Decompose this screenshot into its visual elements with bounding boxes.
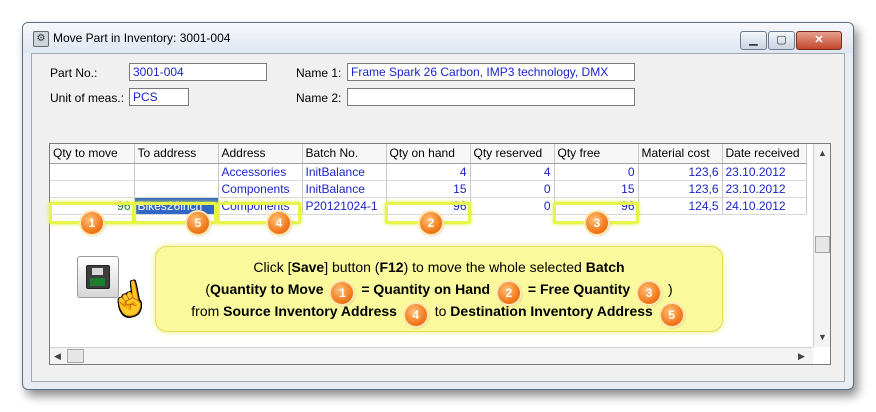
callout-batch-word: Batch <box>585 259 625 275</box>
cell-to-address[interactable] <box>134 180 219 198</box>
cell-qty-reserved: 0 <box>470 180 555 198</box>
col-header-date-received[interactable]: Date received <box>722 144 807 164</box>
cell-date-received: 23.10.2012 <box>722 180 807 198</box>
table-row[interactable]: Accessories InitBalance 4 4 0 123,6 23.1… <box>50 163 807 181</box>
maximize-button[interactable]: ▢ <box>768 31 795 50</box>
unit-of-measure-label: Unit of meas.: <box>50 91 125 105</box>
col-header-qty-reserved[interactable]: Qty reserved <box>470 144 555 164</box>
col-header-qty-on-hand[interactable]: Qty on hand <box>386 144 471 164</box>
cell-qty-free: 0 <box>554 163 639 181</box>
name2-label: Name 2: <box>296 91 342 105</box>
name2-field[interactable] <box>347 88 635 106</box>
cell-qty-reserved: 0 <box>470 197 555 215</box>
table-row[interactable]: Components InitBalance 15 0 15 123,6 23.… <box>50 180 807 198</box>
callout-save-word: Save <box>291 259 325 275</box>
callout-source-address: Source Inventory Address <box>223 303 397 319</box>
cell-qty-reserved: 4 <box>470 163 555 181</box>
badge-4: 4 <box>268 212 290 234</box>
cell-qty-to-move[interactable] <box>50 180 135 198</box>
cell-batch-no: InitBalance <box>302 163 387 181</box>
callout-qty-on-hand: Quantity on Hand <box>373 281 491 297</box>
part-no-label: Part No.: <box>50 66 98 80</box>
callout-destination-address: Destination Inventory Address <box>450 303 653 319</box>
cell-address: Accessories <box>218 163 303 181</box>
hand-pointer-icon: ☝ <box>107 277 153 321</box>
cell-batch-no: P20121024-1 <box>302 197 387 215</box>
vertical-scroll-thumb[interactable] <box>815 236 830 253</box>
badge-2: 2 <box>420 212 442 234</box>
col-header-qty-free[interactable]: Qty free <box>554 144 639 164</box>
callout-free-quantity: Free Quantity <box>539 281 631 297</box>
callout-text: ) to move the whole selected <box>403 259 586 275</box>
badge-3: 3 <box>586 212 608 234</box>
title-bar[interactable]: ⚙ Move Part in Inventory: 3001-004 ▁ ▢ ✕ <box>23 23 853 53</box>
callout-qty-to-move: Quantity to Move <box>210 281 324 297</box>
badge-5: 5 <box>187 212 209 234</box>
scroll-down-icon[interactable]: ▼ <box>818 332 827 342</box>
callout-badge-5: 5 <box>660 304 683 326</box>
callout-text: from <box>191 303 220 319</box>
callout-text: ] button ( <box>324 259 380 275</box>
part-no-field[interactable]: 3001-004 <box>129 63 267 81</box>
badge-1: 1 <box>81 212 103 234</box>
name1-label: Name 1: <box>296 66 342 80</box>
callout-badge-4: 4 <box>404 304 427 326</box>
cell-material-cost: 123,6 <box>638 180 723 198</box>
cell-date-received: 23.10.2012 <box>722 163 807 181</box>
name1-field[interactable]: Frame Spark 26 Carbon, IMP3 technology, … <box>347 63 635 81</box>
horizontal-scrollbar[interactable]: ◀ ▶ <box>50 347 813 364</box>
scroll-right-icon[interactable]: ▶ <box>798 351 805 362</box>
col-header-qty-to-move[interactable]: Qty to move <box>50 144 135 164</box>
cell-qty-free: 15 <box>554 180 639 198</box>
cell-qty-on-hand: 4 <box>386 163 471 181</box>
close-button[interactable]: ✕ <box>796 31 842 50</box>
cell-address: Components <box>218 180 303 198</box>
col-header-address[interactable]: Address <box>218 144 303 164</box>
scroll-up-icon[interactable]: ▲ <box>818 148 827 158</box>
cell-batch-no: InitBalance <box>302 180 387 198</box>
callout-text: ) <box>667 281 673 297</box>
scroll-left-icon[interactable]: ◀ <box>54 351 61 362</box>
cell-qty-to-move[interactable] <box>50 163 135 181</box>
cell-date-received: 24.10.2012 <box>722 197 807 215</box>
callout-f12-key: F12 <box>379 259 404 275</box>
vertical-scrollbar[interactable]: ▲ ▼ <box>813 144 830 347</box>
horizontal-scroll-thumb[interactable] <box>67 349 84 363</box>
callout-equals: = <box>361 281 370 297</box>
unit-of-measure-field[interactable]: PCS <box>129 88 189 106</box>
callout-text: Click [ <box>253 259 292 275</box>
callout-text: to <box>434 303 447 319</box>
cell-material-cost: 124,5 <box>638 197 723 215</box>
col-header-material-cost[interactable]: Material cost <box>638 144 723 164</box>
instruction-callout: Click [Save] button (F12) to move the wh… <box>155 246 723 332</box>
cell-qty-on-hand: 15 <box>386 180 471 198</box>
minimize-button[interactable]: ▁ <box>740 31 767 50</box>
col-header-to-address[interactable]: To address <box>134 144 219 164</box>
col-header-batch-no[interactable]: Batch No. <box>302 144 387 164</box>
callout-line-2: (Quantity to Move 1 = Quantity on Hand 2… <box>156 279 722 304</box>
window-title: Move Part in Inventory: 3001-004 <box>53 31 231 45</box>
cell-to-address[interactable] <box>134 163 219 181</box>
callout-line-1: Click [Save] button (F12) to move the wh… <box>156 259 722 275</box>
grid-header-row: Qty to move To address Address Batch No.… <box>50 144 807 164</box>
cell-material-cost: 123,6 <box>638 163 723 181</box>
callout-equals: = <box>527 281 537 297</box>
callout-line-3: from Source Inventory Address 4 to Desti… <box>156 301 722 326</box>
app-icon: ⚙ <box>33 31 49 47</box>
